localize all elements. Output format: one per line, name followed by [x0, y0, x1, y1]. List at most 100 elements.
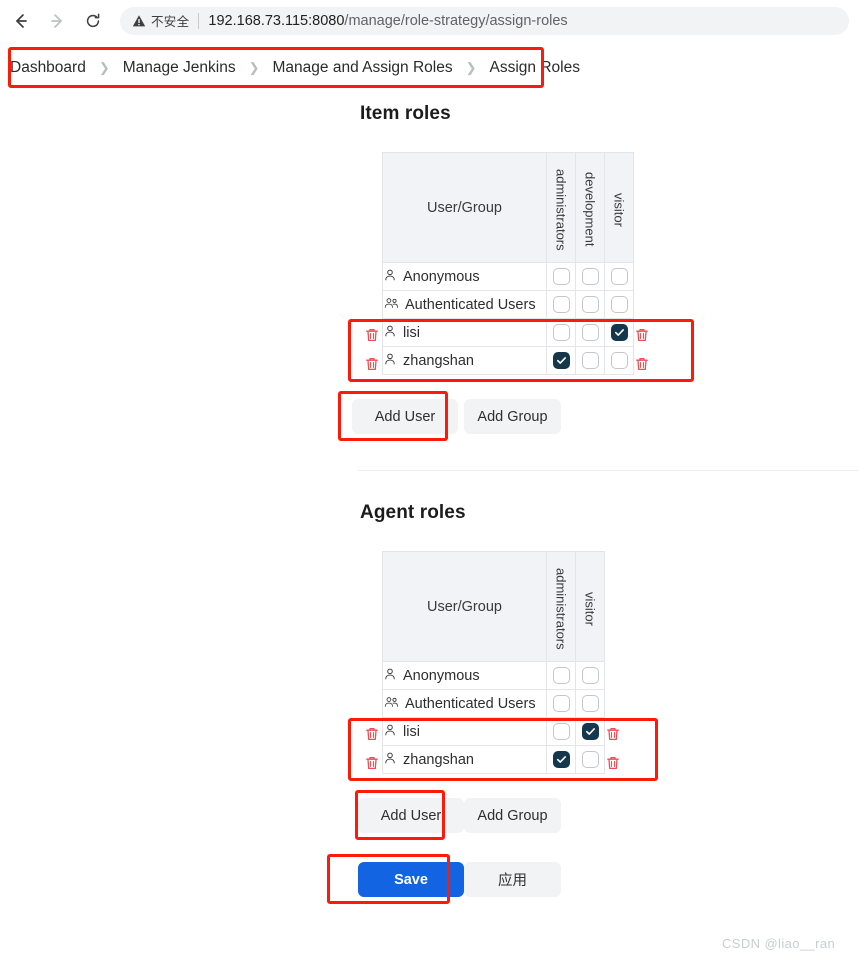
agent-role-header-administrators: administrators: [546, 551, 576, 662]
checkbox[interactable]: [581, 750, 599, 768]
section-divider: [358, 470, 859, 471]
user-icon: [383, 352, 397, 370]
browser-toolbar: 不安全 192.168.73.115:8080/manage/role-stra…: [0, 0, 859, 41]
agent-roles-title: Agent roles: [360, 502, 466, 523]
item-add-group-button[interactable]: Add Group: [464, 399, 561, 434]
item-add-user-button[interactable]: Add User: [352, 399, 458, 434]
chevron-right-icon: ❯: [465, 60, 477, 75]
reload-button[interactable]: [78, 6, 108, 36]
breadcrumb-item-manage-and-assign-roles[interactable]: Manage and Assign Roles: [271, 59, 455, 77]
checkbox[interactable]: [610, 267, 628, 285]
table-row: lisi: [382, 717, 605, 746]
checkbox[interactable]: [610, 295, 628, 313]
checkbox[interactable]: [552, 694, 570, 712]
checkbox[interactable]: [581, 323, 599, 341]
checkbox[interactable]: [610, 351, 628, 369]
breadcrumb-item-assign-roles[interactable]: Assign Roles: [488, 59, 582, 77]
checkbox[interactable]: [552, 295, 570, 313]
chevron-right-icon: ❯: [98, 60, 110, 75]
apply-button[interactable]: 应用: [464, 862, 561, 897]
item-checkbox-anonymous-administrators[interactable]: [546, 262, 576, 291]
table-header-row: User/Group administrators development vi…: [382, 152, 634, 263]
item-checkbox-zhangshan-visitor[interactable]: [604, 346, 634, 375]
checkbox[interactable]: [552, 750, 570, 768]
checkbox[interactable]: [581, 666, 599, 684]
agent-checkbox-lisi-administrators[interactable]: [546, 717, 576, 746]
url-path: /manage/role-strategy/assign-roles: [344, 12, 568, 29]
agent-add-user-button[interactable]: Add User: [358, 798, 464, 833]
trash-icon: [366, 756, 378, 770]
item-row-lisi-label: lisi: [403, 324, 420, 341]
checkbox[interactable]: [552, 722, 570, 740]
agent-checkbox-zhangshan-visitor[interactable]: [575, 745, 605, 774]
item-checkbox-zhangshan-administrators[interactable]: [546, 346, 576, 375]
checkbox[interactable]: [581, 722, 599, 740]
url-host: 192.168.73.115:8080: [208, 12, 345, 29]
agent-checkbox-lisi-visitor[interactable]: [575, 717, 605, 746]
item-checkbox-authenticated-visitor[interactable]: [604, 290, 634, 319]
table-row: Authenticated Users: [382, 689, 605, 718]
item-roles-tbody: Anonymous Authenticated Users lisi zhang…: [382, 262, 634, 375]
item-checkbox-anonymous-development[interactable]: [575, 262, 605, 291]
item-row-zhangshan-label: zhangshan: [403, 352, 474, 369]
agent-role-header-visitor-label: visitor: [582, 591, 598, 626]
item-checkbox-lisi-administrators[interactable]: [546, 318, 576, 347]
delete-row-button-item-lisi-right[interactable]: [633, 326, 651, 344]
checkbox[interactable]: [552, 323, 570, 341]
checkbox[interactable]: [552, 351, 570, 369]
address-bar[interactable]: 不安全 192.168.73.115:8080/manage/role-stra…: [120, 6, 849, 35]
forward-button[interactable]: [42, 6, 72, 36]
reload-icon: [84, 12, 102, 30]
agent-roles-table: User/Group administrators visitor Anonym…: [382, 551, 605, 774]
agent-row-lisi: lisi: [382, 717, 547, 746]
agent-add-group-button[interactable]: Add Group: [464, 798, 561, 833]
item-roles-title: Item roles: [360, 103, 451, 124]
delete-row-button-agent-zhangshan-right[interactable]: [604, 754, 622, 772]
item-checkbox-lisi-visitor[interactable]: [604, 318, 634, 347]
agent-roles-thead: User/Group administrators visitor: [382, 551, 605, 662]
arrow-right-icon: [48, 12, 66, 30]
table-row: Anonymous: [382, 661, 605, 690]
item-roles-table: User/Group administrators development vi…: [382, 152, 634, 375]
checkbox[interactable]: [581, 351, 599, 369]
agent-row-zhangshan: zhangshan: [382, 745, 547, 774]
delete-row-button-agent-zhangshan[interactable]: [363, 754, 381, 772]
agent-checkbox-anonymous-administrators[interactable]: [546, 661, 576, 690]
delete-row-button-item-lisi[interactable]: [363, 326, 381, 344]
item-checkbox-authenticated-development[interactable]: [575, 290, 605, 319]
delete-row-button-agent-lisi[interactable]: [363, 725, 381, 743]
back-button[interactable]: [6, 6, 36, 36]
delete-row-button-item-zhangshan[interactable]: [363, 355, 381, 373]
item-checkbox-anonymous-visitor[interactable]: [604, 262, 634, 291]
item-role-header-administrators: administrators: [546, 152, 576, 263]
delete-row-button-agent-lisi-right[interactable]: [604, 725, 622, 743]
checkbox[interactable]: [552, 666, 570, 684]
breadcrumb-item-manage-jenkins[interactable]: Manage Jenkins: [121, 59, 238, 77]
checkbox[interactable]: [552, 267, 570, 285]
agent-checkbox-authenticated-administrators[interactable]: [546, 689, 576, 718]
breadcrumb-item-dashboard[interactable]: Dashboard: [8, 59, 88, 77]
item-checkbox-authenticated-administrators[interactable]: [546, 290, 576, 319]
security-status-label: 不安全: [151, 15, 190, 29]
warning-triangle-icon: [132, 14, 146, 28]
trash-icon: [607, 727, 619, 741]
item-checkbox-zhangshan-development[interactable]: [575, 346, 605, 375]
agent-row-anonymous-label: Anonymous: [403, 667, 480, 684]
table-row: zhangshan: [382, 346, 634, 375]
agent-roles-tbody: Anonymous Authenticated Users lisi zhang…: [382, 661, 605, 774]
item-usergroup-header: User/Group: [382, 152, 547, 263]
checkbox[interactable]: [581, 694, 599, 712]
agent-checkbox-authenticated-visitor[interactable]: [575, 689, 605, 718]
agent-row-lisi-label: lisi: [403, 723, 420, 740]
agent-role-header-administrators-label: administrators: [553, 567, 569, 650]
user-icon: [383, 723, 397, 741]
save-button[interactable]: Save: [358, 862, 464, 897]
agent-checkbox-zhangshan-administrators[interactable]: [546, 745, 576, 774]
item-checkbox-lisi-development[interactable]: [575, 318, 605, 347]
checkbox[interactable]: [581, 295, 599, 313]
checkbox[interactable]: [610, 323, 628, 341]
checkbox[interactable]: [581, 267, 599, 285]
delete-row-button-item-zhangshan-right[interactable]: [633, 355, 651, 373]
table-row: zhangshan: [382, 745, 605, 774]
agent-checkbox-anonymous-visitor[interactable]: [575, 661, 605, 690]
